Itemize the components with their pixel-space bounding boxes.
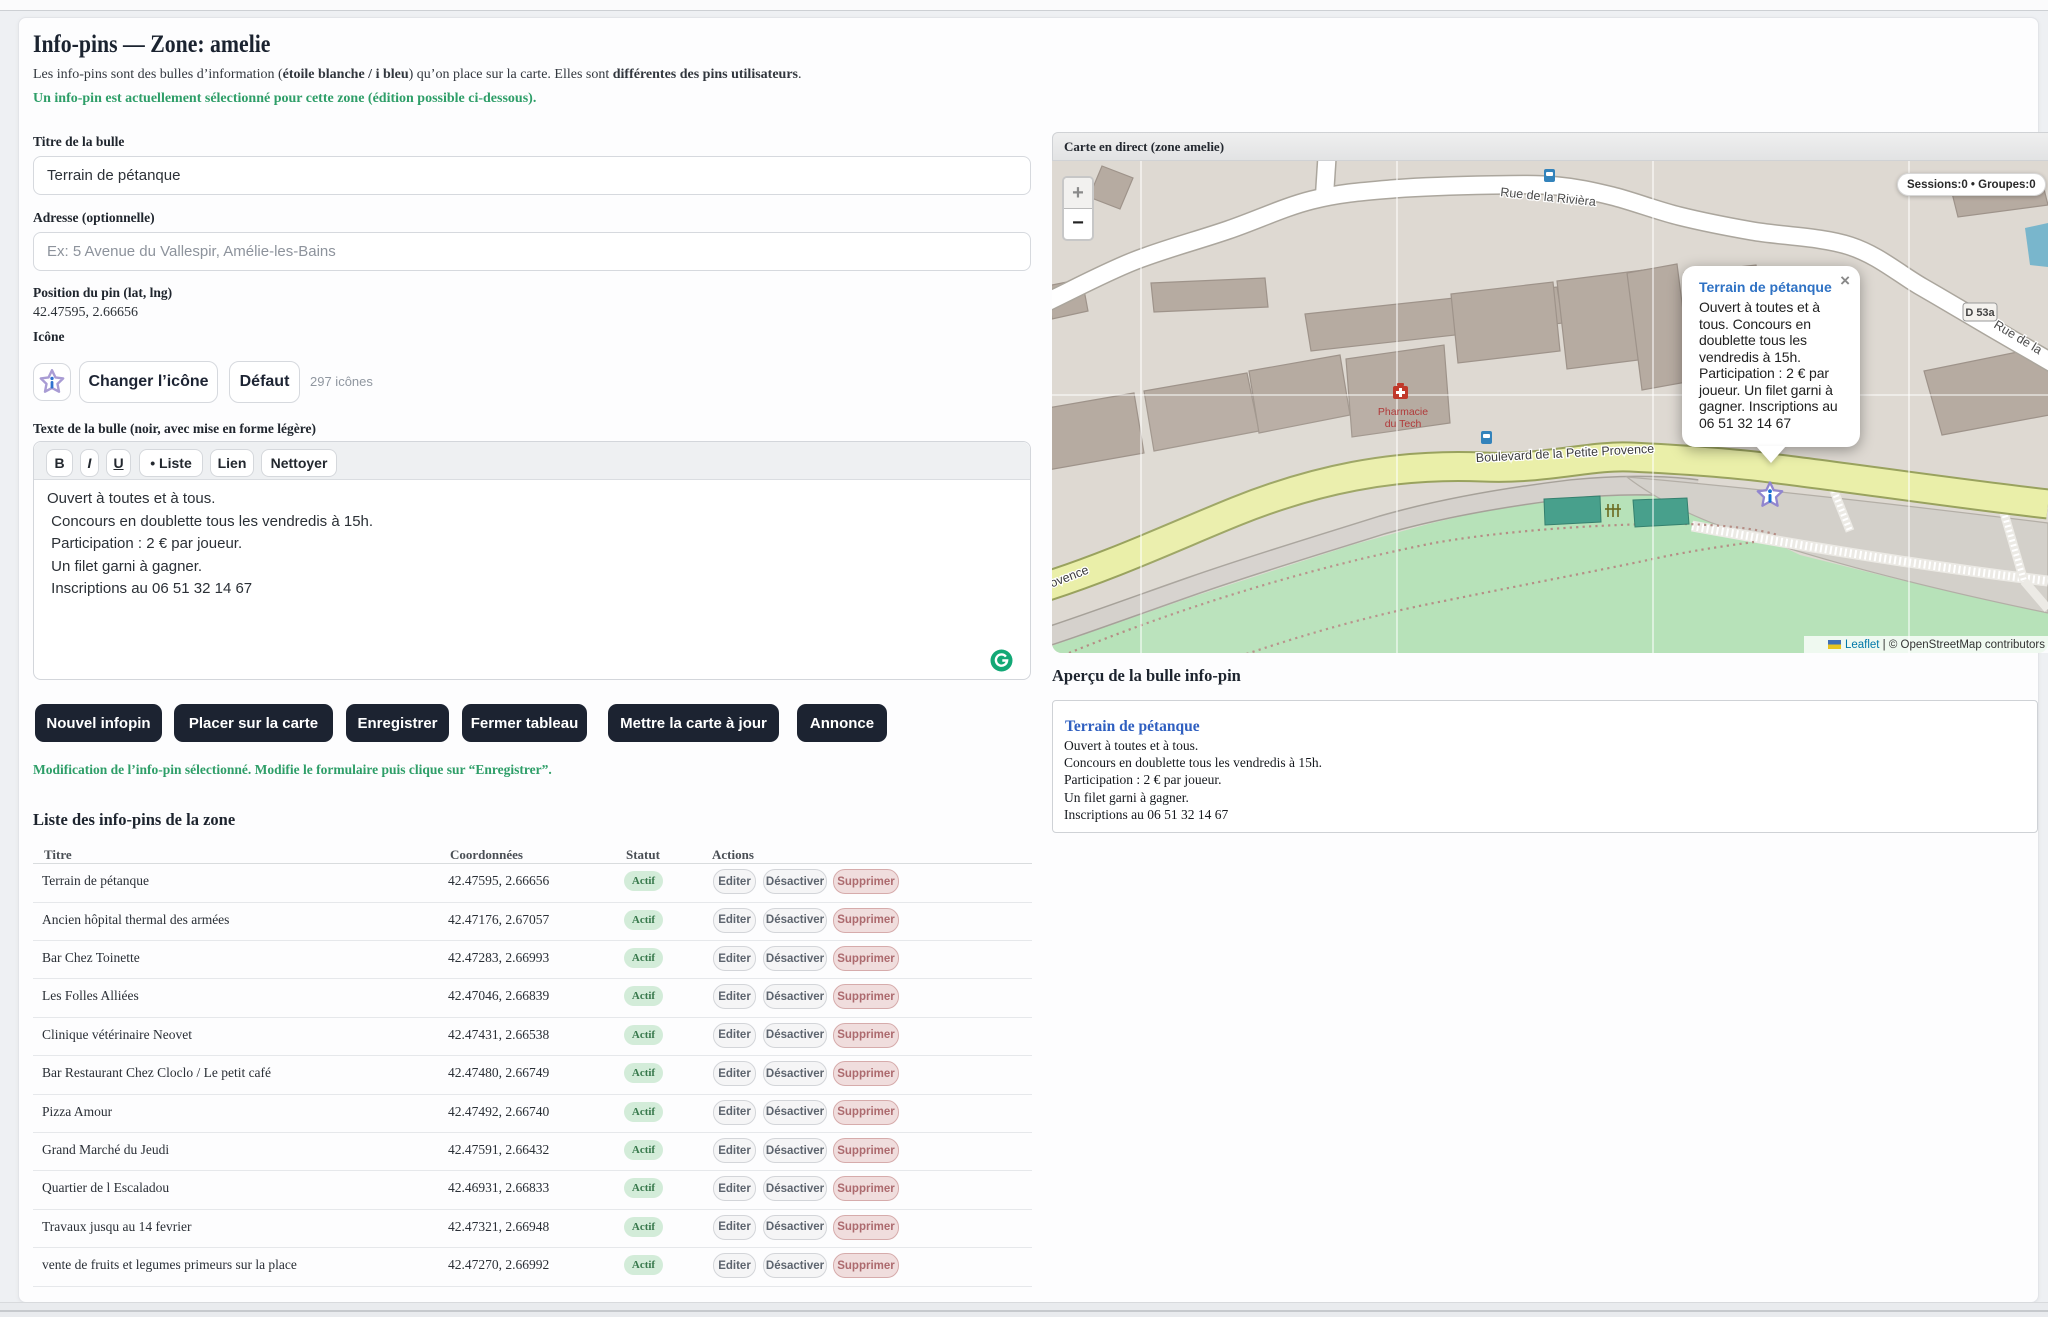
svg-text:Pharmacie: Pharmacie (1378, 406, 1428, 418)
svg-text:D 53a: D 53a (1965, 307, 1995, 319)
svg-text:du Tech: du Tech (1385, 418, 1422, 430)
